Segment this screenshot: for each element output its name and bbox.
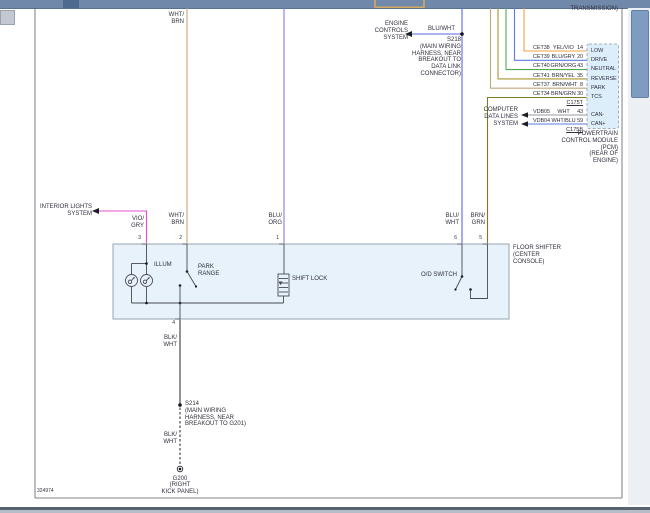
pcm-pin-neutral: NEUTRAL bbox=[591, 66, 616, 73]
wire-color-code: WHT bbox=[557, 108, 570, 115]
pin-3-label: 3 bbox=[138, 235, 141, 241]
wire-color-code: BRN/WHT bbox=[552, 82, 578, 88]
pcm-row-cet41: CET41 BRN/YEL 35 bbox=[533, 73, 583, 79]
splice-s214-dot bbox=[178, 403, 182, 407]
circuit-id: VDB04 bbox=[533, 117, 550, 124]
floor-shifter-label: FLOOR SHIFTER (CENTER CONSOLE) bbox=[513, 245, 562, 265]
pcm-row-cet40: CET40 GRN/ORG 43 bbox=[533, 63, 583, 69]
pin-number: 59 bbox=[577, 117, 583, 124]
pin-number: 8 bbox=[580, 82, 583, 88]
pcm-pin-low: LOW bbox=[591, 47, 604, 54]
wire-color-code: WHT/BLU bbox=[551, 117, 576, 124]
pcm-pin-reverse: REVERSE bbox=[591, 75, 617, 82]
pcm-row-vdb05: VDB05 WHT 43 bbox=[533, 109, 583, 115]
wire-color-code: BRN/GRN bbox=[551, 91, 576, 98]
vio-gry-label: VIO/ GRY bbox=[131, 216, 144, 229]
wht-brn-top-label: WHT/ BRN bbox=[168, 12, 184, 25]
splice-s218-label: S218 (MAIN WIRING HARNESS, NEAR BREAKOUT… bbox=[411, 37, 461, 77]
pin-4-label: 4 bbox=[172, 320, 175, 326]
wire-color-code: BLU/GRY bbox=[551, 54, 576, 61]
blk-wht-lower-label: BLK/ WHT bbox=[163, 432, 177, 445]
page-number: 324974 bbox=[37, 488, 54, 494]
pcm-pin-tcs: TCS bbox=[591, 94, 602, 101]
pcm-row-vdb04: VDB04 WHT/BLU 59 bbox=[533, 118, 583, 124]
pin-number: 43 bbox=[577, 108, 583, 115]
powertrain-control-module-label: POWERTRAIN CONTROL MODULE (PCM) (REAR OF… bbox=[561, 131, 618, 165]
blu-wht-top-label: BLU/WHT bbox=[428, 26, 455, 32]
pcm-pin-drive: DRIVE bbox=[591, 57, 608, 64]
illum-label: ILLUM bbox=[154, 262, 172, 268]
blk-wht-upper-label: BLK/ WHT bbox=[163, 335, 177, 348]
connector-c175t-label: C175T bbox=[566, 99, 583, 106]
pcm-row-cet37: CET37 BRN/WHT 8 bbox=[533, 82, 583, 88]
park-range-label: PARK RANGE bbox=[198, 264, 220, 277]
pin-number: 20 bbox=[577, 54, 583, 61]
pcm-pin-can-low: CAN- bbox=[591, 111, 605, 118]
shift-lock-label: SHIFT LOCK bbox=[292, 276, 328, 282]
arrow-can-low-icon bbox=[521, 112, 528, 118]
pcm-pin-can-high: CAN+ bbox=[591, 120, 606, 127]
blu-wht-mid-label: BLU/ WHT bbox=[445, 213, 459, 226]
circuit-id: VDB05 bbox=[533, 108, 550, 115]
top-connector-bracket bbox=[374, 0, 425, 8]
splice-s218-dot bbox=[460, 32, 464, 36]
circuit-id: CET41 bbox=[533, 72, 550, 79]
computer-data-lines-label: COMPUTER DATA LINES SYSTEM bbox=[483, 107, 518, 127]
pin-number: 43 bbox=[577, 63, 583, 70]
ground-g200-label: G200 (RIGHT KICK PANEL) bbox=[161, 476, 199, 495]
pin-6-label: 6 bbox=[454, 235, 457, 241]
pcm-row-cet34: CET34 BRN/GRN 30 bbox=[533, 91, 583, 97]
arrow-interior-lights-icon bbox=[92, 208, 99, 214]
circuit-id: CET38 bbox=[533, 44, 550, 51]
pin-number: 35 bbox=[577, 72, 583, 79]
pcm-pin-park: PARK bbox=[591, 85, 606, 91]
ground-g200-icon bbox=[176, 465, 184, 473]
pin-2-label: 2 bbox=[179, 235, 182, 241]
splice-s214-label: S214 (MAIN WIRING HARNESS, NEAR BREAKOUT… bbox=[185, 401, 247, 428]
pcm-row-cet39: CET39 BLU/GRY 20 bbox=[533, 54, 583, 60]
pin-5-label: 5 bbox=[479, 235, 482, 241]
pin-number: 14 bbox=[577, 44, 583, 51]
pin-number: 30 bbox=[577, 91, 583, 98]
arrow-can-high-icon bbox=[521, 121, 528, 127]
pcm-row-cet38: CET38 YEL/VIO 14 bbox=[533, 45, 583, 51]
wire-color-code: GRN/ORG bbox=[550, 63, 577, 70]
pin-1-label: 1 bbox=[276, 235, 279, 241]
brn-grn-mid-label: BRN/ GRN bbox=[470, 213, 485, 226]
wire-color-code: BRN/YEL bbox=[551, 72, 575, 79]
wiring-diagram-viewer: TRANSMISSION) WHT/ BRN ENGINE CONTROLS S… bbox=[0, 0, 650, 513]
circuit-id: CET40 bbox=[533, 63, 550, 70]
circuit-id: CET37 bbox=[533, 82, 550, 88]
circuit-id: CET39 bbox=[533, 54, 550, 61]
transmission-label: TRANSMISSION) bbox=[570, 6, 618, 12]
wire-blu-gry bbox=[513, 8, 587, 61]
wire-color-code: YEL/VIO bbox=[553, 44, 574, 51]
interior-lights-system-label: INTERIOR LIGHTS SYSTEM bbox=[39, 204, 92, 217]
od-switch-label: O/D SWITCH bbox=[421, 272, 457, 278]
blu-org-label: BLU/ ORG bbox=[268, 213, 282, 226]
circuit-id: CET34 bbox=[533, 91, 550, 98]
wht-brn-mid-label: WHT/ BRN bbox=[168, 213, 184, 226]
engine-controls-system-label: ENGINE CONTROLS SYSTEM bbox=[374, 21, 408, 41]
